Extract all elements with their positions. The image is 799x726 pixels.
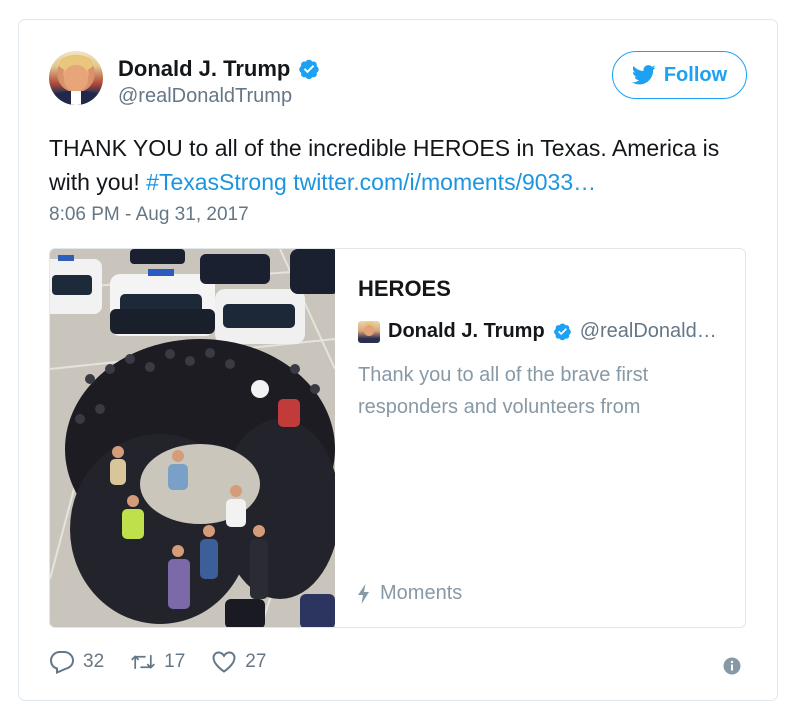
retweet-count: 17 [164, 651, 186, 672]
follow-label: Follow [663, 63, 728, 86]
author-handle[interactable]: @realDonaldTrump [118, 85, 292, 108]
mini-avatar-face [364, 324, 374, 336]
moment-image [50, 249, 335, 627]
follow-button[interactable]: Follow [612, 51, 747, 99]
moment-title: HEROES [358, 276, 451, 301]
like-count: 27 [245, 651, 267, 672]
verified-icon [553, 323, 571, 341]
retweet-button[interactable]: 17 [130, 650, 185, 674]
author-name[interactable]: Donald J. Trump [118, 56, 290, 82]
moment-author-handle: @realDonald… [579, 320, 717, 342]
avatar-shirt [71, 91, 81, 105]
avatar[interactable] [49, 51, 103, 105]
timestamp[interactable]: 8:06 PM - Aug 31, 2017 [49, 204, 249, 226]
tweet-actions: 32 17 27 [49, 650, 292, 674]
like-button[interactable]: 27 [211, 650, 266, 674]
verified-icon [299, 59, 319, 80]
moment-footer: Moments [358, 582, 462, 605]
reply-icon [49, 651, 75, 674]
avatar-face [64, 65, 88, 91]
reply-count: 32 [83, 651, 105, 672]
moment-author-avatar [358, 320, 380, 343]
author-name-row[interactable]: Donald J. Trump [118, 56, 320, 82]
moment-description: Thank you to all of the brave first resp… [358, 364, 649, 418]
moment-author-name: Donald J. Trump [388, 320, 545, 342]
moment-footer-label: Moments [380, 582, 463, 604]
retweet-icon [131, 655, 156, 669]
reply-button[interactable]: 32 [49, 650, 104, 674]
like-icon [212, 651, 236, 673]
moment-author: Donald J. Trump @realDonald… [358, 320, 738, 343]
bolt-icon [358, 583, 369, 604]
twitter-bird-icon [631, 65, 656, 85]
moment-card[interactable]: HEROES Donald J. Trump @realDonald… Than… [49, 248, 746, 628]
moment-body: HEROES Donald J. Trump @realDonald… Than… [335, 249, 745, 627]
tweet-card: Donald J. Trump @realDonaldTrump Follow … [18, 19, 778, 701]
info-icon[interactable] [723, 657, 741, 675]
moment-link[interactable]: twitter.com/i/moments/9033… [293, 169, 596, 195]
hashtag-link[interactable]: #TexasStrong [146, 169, 287, 195]
tweet-text: THANK YOU to all of the incredible HEROE… [49, 131, 754, 199]
moment-photo [50, 249, 335, 627]
